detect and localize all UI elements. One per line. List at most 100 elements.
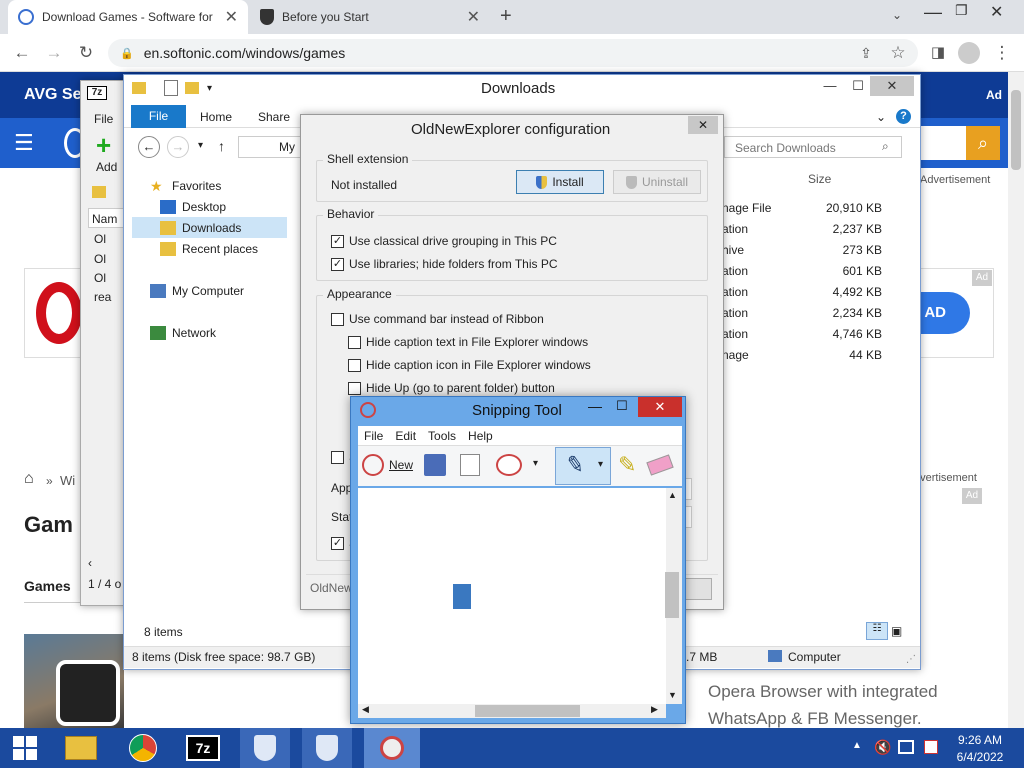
checkbox[interactable] [348,359,361,373]
restore-button[interactable]: ❐ [955,2,968,19]
close-button[interactable]: ✕ [688,116,718,134]
sidepanel-icon[interactable]: ◨ [926,41,950,65]
games-heading[interactable]: Games [24,578,71,594]
minimize-button[interactable]: — [816,76,844,96]
nav-desktop[interactable]: Desktop [160,196,226,217]
breadcrumb-windows[interactable]: Wi [60,473,75,488]
appearance-option-hide-caption-icon[interactable]: Hide caption icon in File Explorer windo… [348,358,591,373]
checkbox[interactable] [331,451,344,465]
clock-date[interactable]: 6/4/2022 [956,750,1004,764]
new-tab-button[interactable]: + [500,5,512,28]
column-header-size[interactable]: Size [808,172,831,186]
checkbox[interactable]: ✓ [331,235,344,249]
taskbar-chrome[interactable] [118,728,168,768]
menu-file[interactable]: File [364,429,383,443]
checkbox[interactable] [348,336,361,350]
sevenzip-row[interactable]: Ol [94,271,106,285]
taskbar-file-explorer[interactable] [56,728,106,768]
ribbon-tab-file[interactable]: File [131,105,186,128]
menu-icon[interactable]: ⋮ [990,41,1014,65]
taskbar-defender-1[interactable] [240,728,290,768]
checkbox[interactable] [331,313,344,327]
sevenzip-menu-file[interactable]: File [94,112,113,126]
taskbar-defender-2[interactable] [302,728,352,768]
checkbox[interactable]: ✓ [331,537,344,551]
close-button[interactable]: ✕ [870,76,914,96]
scroll-down-icon[interactable]: ▼ [668,690,677,700]
recent-locations-icon[interactable]: ▾ [198,140,203,151]
home-icon[interactable]: ⌂ [24,470,34,488]
resize-grip-icon[interactable]: ⋰ [906,654,916,665]
close-icon[interactable]: ✕ [225,7,238,27]
sevenzip-col-name[interactable]: Nam [88,208,128,228]
appearance-option-hide-up-button[interactable]: Hide Up (go to parent folder) button [348,381,555,396]
star-icon[interactable]: ☆ [886,41,910,65]
add-icon[interactable]: + [96,132,111,158]
page-scrollbar-thumb[interactable] [1011,90,1021,170]
close-button[interactable]: ✕ [638,397,682,417]
show-hidden-icons[interactable]: ▲ [852,740,862,751]
file-row[interactable]: nage File 20,910 KB [722,197,882,218]
address-box[interactable]: My [238,136,302,158]
scroll-up-icon[interactable]: ▲ [668,490,677,500]
oldnew-footer-link[interactable]: OldNew [310,581,353,595]
sevenzip-row[interactable]: Ol [94,232,106,246]
pen-dropdown-icon[interactable]: ▾ [598,459,603,470]
help-icon[interactable]: ? [896,109,911,124]
new-snip-icon[interactable] [362,454,384,476]
nav-favorites[interactable]: ★ Favorites [150,175,221,196]
address-bar[interactable]: 🔒 en.softonic.com/windows/games [108,39,918,67]
tab-download-games[interactable]: Download Games - Software for ✕ [8,0,248,34]
send-dropdown-icon[interactable]: ▾ [533,458,538,469]
nav-recent[interactable]: Recent places [160,238,258,259]
reload-icon[interactable]: ↻ [74,41,98,65]
quick-access-dropdown-icon[interactable]: ▾ [207,83,212,94]
forward-icon[interactable]: → [42,41,66,65]
volume-muted-icon[interactable]: 🔇 [874,739,891,756]
tab-search-icon[interactable]: ⌄ [892,8,902,22]
appearance-option-hide-caption-text[interactable]: Hide caption text in File Explorer windo… [348,335,588,350]
taskbar-snipping-tool[interactable] [364,728,420,768]
menu-edit[interactable]: Edit [395,429,416,443]
send-snip-icon[interactable] [496,454,522,476]
menu-help[interactable]: Help [468,429,493,443]
file-row[interactable]: ation 601 KB [722,260,882,281]
behavior-option-drive-grouping[interactable]: ✓ Use classical drive grouping in This PC [331,234,557,249]
file-row[interactable]: ation 2,234 KB [722,302,882,323]
close-window-button[interactable]: ✕ [990,2,1003,22]
forward-button[interactable]: → [167,136,189,158]
back-icon[interactable]: ← [10,41,34,65]
start-button[interactable] [0,728,50,768]
network-icon[interactable] [898,740,914,754]
minimize-button[interactable]: — [588,398,602,414]
snip-hscroll-thumb[interactable] [475,705,580,717]
ribbon-expand-icon[interactable]: ⌄ [876,110,886,124]
sevenzip-row[interactable]: rea [94,290,111,304]
taskbar-7zip[interactable]: 7z [178,728,228,768]
clock-time[interactable]: 9:26 AM [956,733,1004,747]
tab-before-you-start[interactable]: Before you Start ✕ [250,0,490,34]
snip-scroll-thumb[interactable] [665,572,679,618]
uninstall-button[interactable]: Uninstall [613,170,701,194]
back-button[interactable]: ← [138,136,160,158]
file-row[interactable]: nage 44 KB [722,344,882,365]
close-icon[interactable]: ✕ [467,7,480,27]
copy-icon[interactable] [460,454,480,476]
checkbox[interactable] [348,382,361,396]
page-scrollbar[interactable] [1008,72,1024,728]
action-center-icon[interactable] [924,740,938,754]
large-icons-view-icon[interactable]: ▣ [891,624,902,638]
nav-downloads[interactable]: Downloads [160,217,241,238]
search-downloads-input[interactable]: Search Downloads [724,136,902,158]
file-row[interactable]: ation 4,746 KB [722,323,882,344]
nav-my-computer[interactable]: My Computer [150,280,244,301]
behavior-option-libraries[interactable]: ✓ Use libraries; hide folders from This P… [331,257,558,272]
install-button[interactable]: Install [516,170,604,194]
ribbon-tab-share[interactable]: Share [258,110,290,124]
maximize-button[interactable]: ☐ [616,398,628,414]
menu-tools[interactable]: Tools [428,429,456,443]
sevenzip-row[interactable]: Ol [94,252,106,266]
share-icon[interactable]: ⇪ [854,41,878,65]
ribbon-tab-home[interactable]: Home [200,110,232,124]
new-snip-button[interactable]: New [389,458,413,472]
